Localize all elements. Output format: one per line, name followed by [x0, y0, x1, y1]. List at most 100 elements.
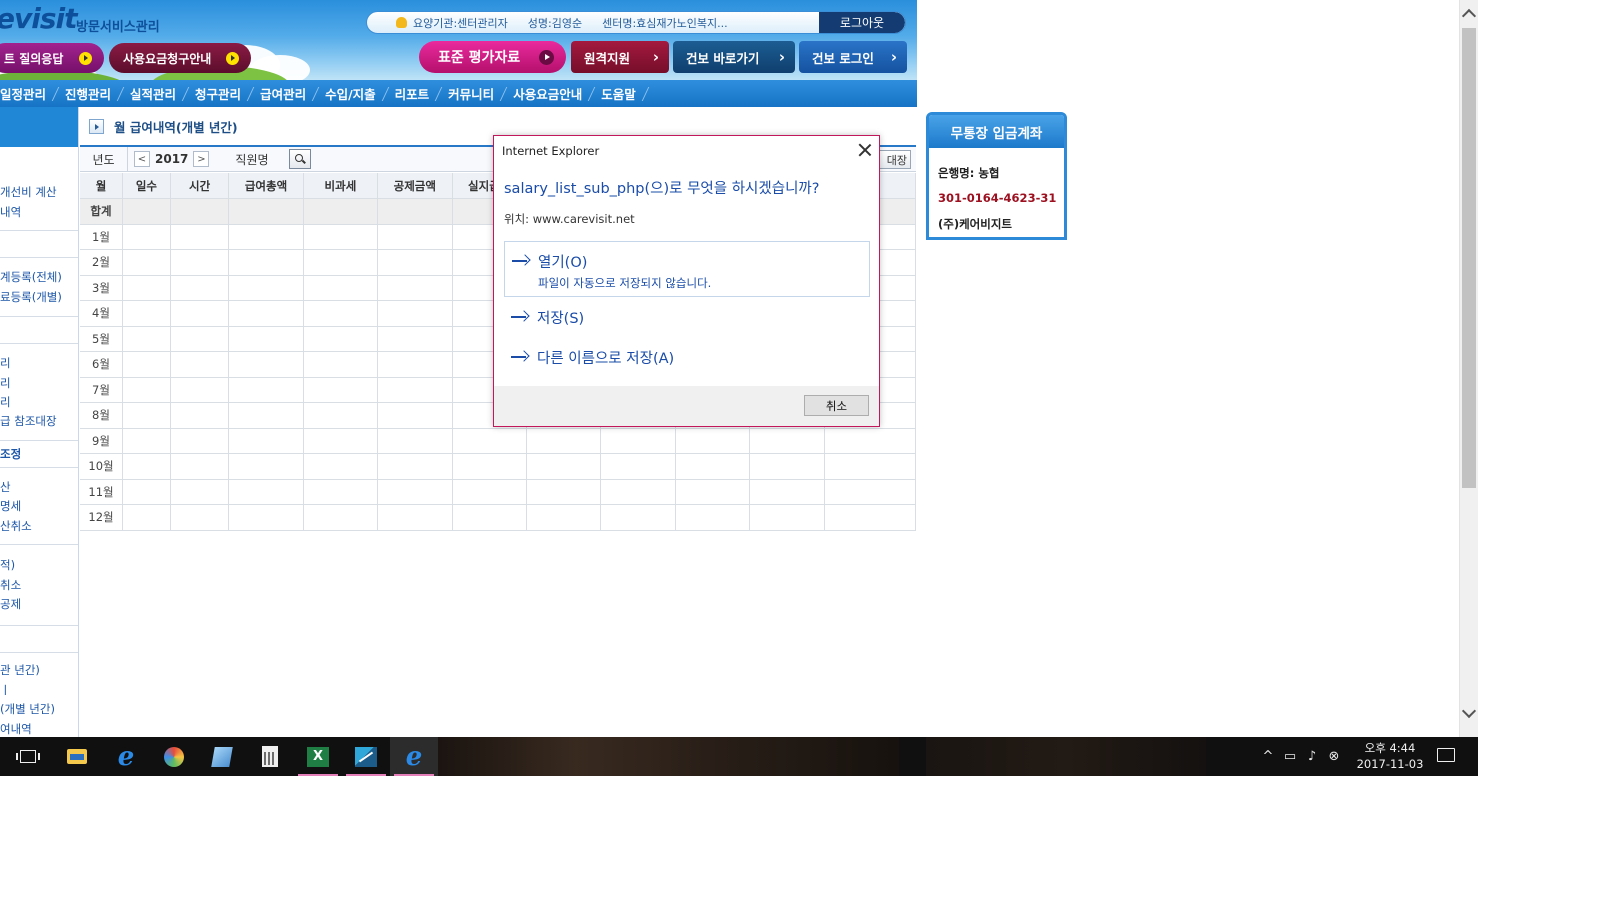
file-explorer-button[interactable] — [53, 737, 101, 776]
notepad-button[interactable] — [198, 737, 246, 776]
scrollbar-thumb[interactable] — [1462, 28, 1476, 488]
column-header: 비과세 — [303, 173, 379, 199]
standard-eval-label: 표준 평가자료 — [438, 50, 521, 66]
chevron-up-icon[interactable]: ^ — [1257, 749, 1279, 764]
table-cell — [122, 249, 171, 276]
close-icon[interactable] — [858, 143, 872, 157]
table-cell — [228, 428, 304, 454]
month-cell: 4월 — [80, 300, 124, 327]
nhis-login-button[interactable]: 건보 로그인 › — [799, 41, 907, 73]
search-button[interactable] — [288, 149, 311, 169]
table-cell — [228, 249, 304, 276]
nav-item-schedule[interactable]: 일정관리 — [0, 84, 55, 103]
calculator-button[interactable] — [246, 737, 294, 776]
paint-button[interactable] — [150, 737, 198, 776]
table-cell — [170, 402, 230, 429]
excel-button[interactable]: X — [294, 737, 342, 776]
sidebar-item[interactable]: 조정 — [0, 446, 21, 462]
task-view-button[interactable] — [4, 737, 52, 776]
sidebar-item[interactable]: 리 — [0, 375, 11, 391]
table-cell — [303, 198, 379, 225]
column-header: 공제금액 — [377, 173, 453, 199]
nav-item-income-expense[interactable]: 수입/지출 — [316, 84, 385, 103]
internet-explorer-icon: e — [117, 741, 135, 772]
network-icon[interactable]: ▭ — [1279, 749, 1301, 764]
table-cell — [122, 504, 171, 531]
month-cell: 6월 — [80, 351, 124, 378]
ie-active-button[interactable]: e — [390, 737, 438, 776]
action-center-icon[interactable] — [1437, 748, 1455, 762]
sidebar-item[interactable]: 산 — [0, 479, 11, 495]
ie-pinned-button[interactable]: e — [102, 737, 150, 776]
sidebar-item[interactable]: 공제 — [0, 596, 21, 612]
sidebar-divider — [0, 625, 78, 626]
table-row: 11월 — [80, 479, 917, 505]
sidebar-item[interactable]: 관 년간) — [0, 662, 40, 678]
nav-item-report[interactable]: 리포트 — [386, 84, 439, 103]
sidebar-item[interactable]: 내역 — [0, 204, 21, 220]
cancel-button[interactable]: 취소 — [804, 395, 869, 416]
sidebar-item[interactable]: 급 참조대장 — [0, 413, 57, 429]
save-option[interactable]: 저장(S) — [504, 304, 870, 332]
chart-app-button[interactable] — [342, 737, 390, 776]
sidebar-item[interactable]: 적) — [0, 557, 15, 573]
prev-year-button[interactable]: < — [134, 151, 150, 167]
table-cell — [452, 428, 527, 454]
sidebar-item[interactable]: (개별 년간) — [0, 701, 55, 717]
sidebar-item[interactable]: 여내역 — [0, 721, 32, 737]
system-clock[interactable]: 오후 4:44 2017-11-03 — [1352, 740, 1428, 772]
month-cell: 3월 — [80, 275, 124, 301]
column-header: 일수 — [122, 173, 171, 199]
month-cell: 10월 — [80, 453, 124, 480]
table-cell — [170, 377, 230, 403]
table-cell — [122, 198, 171, 225]
nav-item-progress[interactable]: 진행관리 — [56, 84, 120, 103]
sidebar-item[interactable]: 취소 — [0, 577, 21, 593]
qna-button[interactable]: 트 질의응답 — [0, 43, 104, 73]
running-indicator — [346, 774, 386, 776]
warning-x-icon[interactable]: ⊗ — [1323, 749, 1345, 764]
sidebar-item[interactable]: 산취소 — [0, 518, 32, 534]
nav-item-performance[interactable]: 실적관리 — [121, 84, 185, 103]
month-cell: 5월 — [80, 326, 124, 352]
scroll-down-icon[interactable] — [1461, 703, 1477, 719]
sidebar-item[interactable]: 개선비 계산 — [0, 184, 57, 200]
remote-support-button[interactable]: 원격지원 › — [571, 41, 669, 73]
table-cell — [170, 479, 230, 505]
sidebar-item[interactable]: 리 — [0, 355, 11, 371]
open-option[interactable]: 열기(O) 파일이 자동으로 저장되지 않습니다. — [504, 241, 870, 297]
nav-item-community[interactable]: 커뮤니티 — [439, 84, 503, 103]
running-indicator — [394, 774, 434, 776]
standard-eval-button[interactable]: 표준 평가자료 — [419, 41, 566, 73]
vertical-scrollbar[interactable] — [1459, 0, 1478, 737]
sidebar-item[interactable]: 명세 — [0, 498, 21, 514]
sidebar-item[interactable]: 계등록(전체) — [0, 269, 62, 285]
sidebar-item[interactable]: ㅣ — [0, 682, 11, 698]
center-name: 센터명:효심재가노인복지... — [602, 16, 728, 30]
table-cell — [303, 351, 379, 378]
clock-time: 오후 4:44 — [1364, 741, 1416, 755]
nav-item-billing[interactable]: 청구관리 — [186, 84, 250, 103]
save-as-option[interactable]: 다른 이름으로 저장(A) — [504, 344, 870, 372]
table-cell — [377, 198, 453, 225]
table-cell — [303, 224, 379, 250]
ledger-button[interactable]: 대장 — [876, 150, 911, 169]
volume-icon[interactable]: ♪ — [1301, 749, 1323, 764]
nhis-shortcut-button[interactable]: 건보 바로가기 › — [673, 41, 795, 73]
scroll-up-icon[interactable] — [1461, 8, 1477, 24]
table-cell — [228, 504, 304, 531]
sidebar-item[interactable]: 료등록(개별) — [0, 289, 62, 305]
next-year-button[interactable]: > — [193, 151, 210, 167]
sidebar-item[interactable]: 리 — [0, 394, 11, 410]
nav-item-help[interactable]: 도움말 — [592, 84, 645, 103]
calculator-icon — [262, 746, 278, 767]
logout-button[interactable]: 로그아웃 — [819, 12, 905, 33]
site-logo[interactable]: evisit — [0, 2, 77, 35]
nav-item-payroll[interactable]: 급여관리 — [251, 84, 315, 103]
table-cell — [122, 326, 171, 352]
table-cell — [377, 402, 453, 429]
nav-item-fee-guide[interactable]: 사용요금안내 — [504, 84, 591, 103]
month-cell: 합계 — [80, 198, 124, 225]
table-cell — [526, 453, 602, 480]
fee-guide-button[interactable]: 사용요금청구안내 — [109, 43, 251, 73]
